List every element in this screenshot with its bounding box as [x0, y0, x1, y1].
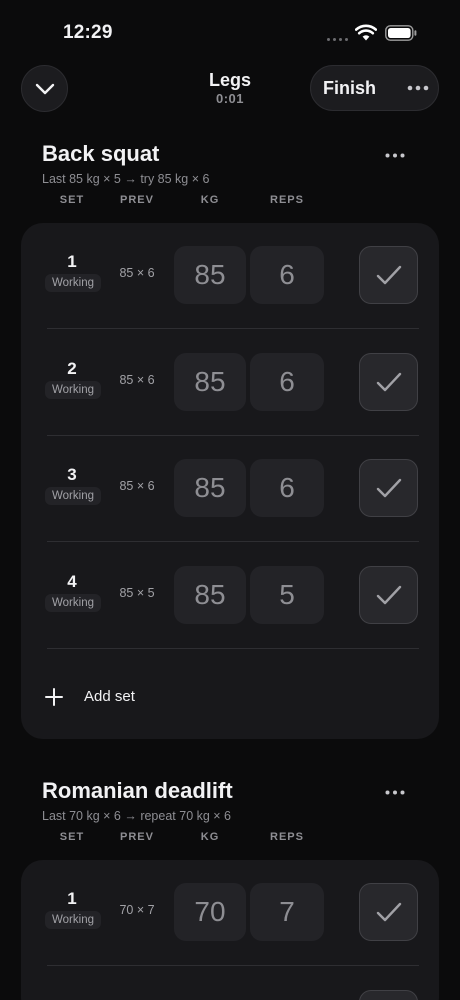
divider: [47, 328, 419, 329]
kg-input[interactable]: 85: [174, 459, 246, 517]
exercise-hint: Last 85 kg × 5 → try 85 kg × 6: [42, 172, 210, 186]
set-number: 3: [67, 465, 77, 484]
set-type-badge[interactable]: Working: [45, 274, 101, 292]
set-number: 1: [67, 889, 77, 908]
complete-set-button[interactable]: [359, 459, 418, 517]
add-set-label: Add set: [84, 688, 135, 705]
sets-card: 1 Working 85 × 6 85 6 2 Working 85 × 6 8…: [21, 223, 439, 739]
column-headers: SET PREV KG REPS: [0, 831, 460, 845]
divider: [47, 965, 419, 966]
divider: [47, 648, 419, 649]
cellular-signal-icon: [327, 38, 348, 41]
set-type-badge[interactable]: Working: [45, 911, 101, 929]
set-previous: 85 × 5: [119, 586, 155, 600]
set-number: 4: [67, 572, 77, 591]
exercise-title: Romanian deadlift: [42, 778, 233, 803]
complete-set-button[interactable]: [359, 566, 418, 624]
complete-set-button[interactable]: [359, 883, 418, 941]
checkmark-icon: [376, 372, 401, 392]
exercise-title: Back squat: [42, 141, 160, 166]
set-row: 4 Working 85 × 5 85 5: [21, 543, 439, 649]
kg-input[interactable]: 85: [174, 246, 246, 304]
set-row: 3 Working 85 × 6 85 6: [21, 436, 439, 542]
set-previous: 85 × 6: [119, 479, 155, 493]
column-header-prev: PREV: [120, 194, 154, 206]
workout-more-button[interactable]: [398, 66, 438, 110]
column-header-set: SET: [59, 831, 85, 843]
exercise-back-squat: Back squat Last 85 kg × 5 → try 85 kg × …: [0, 141, 460, 741]
exercise-hint: Last 70 kg × 6 → repeat 70 kg × 6: [42, 809, 232, 823]
set-number: 1: [67, 252, 77, 271]
finish-group: Finish: [310, 65, 439, 111]
kg-input[interactable]: 85: [174, 566, 246, 624]
wifi-icon: [355, 24, 377, 41]
workout-header: Legs 0:01 Finish: [0, 62, 460, 118]
more-horizontal-icon: [385, 790, 405, 794]
set-previous: 70 × 7: [119, 903, 155, 917]
complete-set-button[interactable]: [359, 990, 418, 1000]
column-header-set: SET: [59, 194, 85, 206]
plus-icon: [45, 688, 63, 706]
exercise-romanian-deadlift: Romanian deadlift Last 70 kg × 6 → repea…: [0, 778, 460, 1000]
reps-input[interactable]: 6: [250, 459, 324, 517]
divider: [47, 541, 419, 542]
exercise-more-button[interactable]: [380, 782, 410, 802]
column-headers: SET PREV KG REPS: [0, 194, 460, 208]
kg-input[interactable]: 70: [174, 883, 246, 941]
status-time: 12:29: [63, 22, 113, 43]
kg-input[interactable]: 85: [174, 353, 246, 411]
checkmark-icon: [376, 478, 401, 498]
set-previous: 85 × 6: [119, 373, 155, 387]
battery-icon: [385, 25, 417, 41]
set-row: 1 Working 85 × 6 85 6: [21, 223, 439, 329]
set-row: 1 Working 70 × 7 70 7: [21, 860, 439, 966]
exercise-more-button[interactable]: [380, 145, 410, 165]
set-previous: 85 × 6: [119, 266, 155, 280]
set-number: 2: [67, 359, 77, 378]
status-bar: 12:29: [0, 0, 460, 62]
reps-input[interactable]: 5: [250, 566, 324, 624]
more-horizontal-icon: [407, 85, 429, 91]
set-type-badge[interactable]: Working: [45, 487, 101, 505]
add-set-button[interactable]: Add set: [21, 657, 439, 737]
checkmark-icon: [376, 902, 401, 922]
column-header-reps: REPS: [270, 831, 304, 843]
column-header-kg: KG: [200, 831, 220, 843]
checkmark-icon: [376, 585, 401, 605]
set-type-badge[interactable]: Working: [45, 594, 101, 612]
reps-input[interactable]: 6: [250, 353, 324, 411]
set-row: 2 Working 85 × 6 85 6: [21, 330, 439, 436]
column-header-prev: PREV: [120, 831, 154, 843]
reps-input[interactable]: 7: [250, 883, 324, 941]
set-type-badge[interactable]: Working: [45, 381, 101, 399]
checkmark-icon: [376, 265, 401, 285]
column-header-reps: REPS: [270, 194, 304, 206]
complete-set-button[interactable]: [359, 246, 418, 304]
column-header-kg: KG: [200, 194, 220, 206]
complete-set-button[interactable]: [359, 353, 418, 411]
sets-card: 1 Working 70 × 7 70 7: [21, 860, 439, 1000]
finish-button[interactable]: Finish: [311, 78, 398, 99]
reps-input[interactable]: 6: [250, 246, 324, 304]
more-horizontal-icon: [385, 153, 405, 157]
